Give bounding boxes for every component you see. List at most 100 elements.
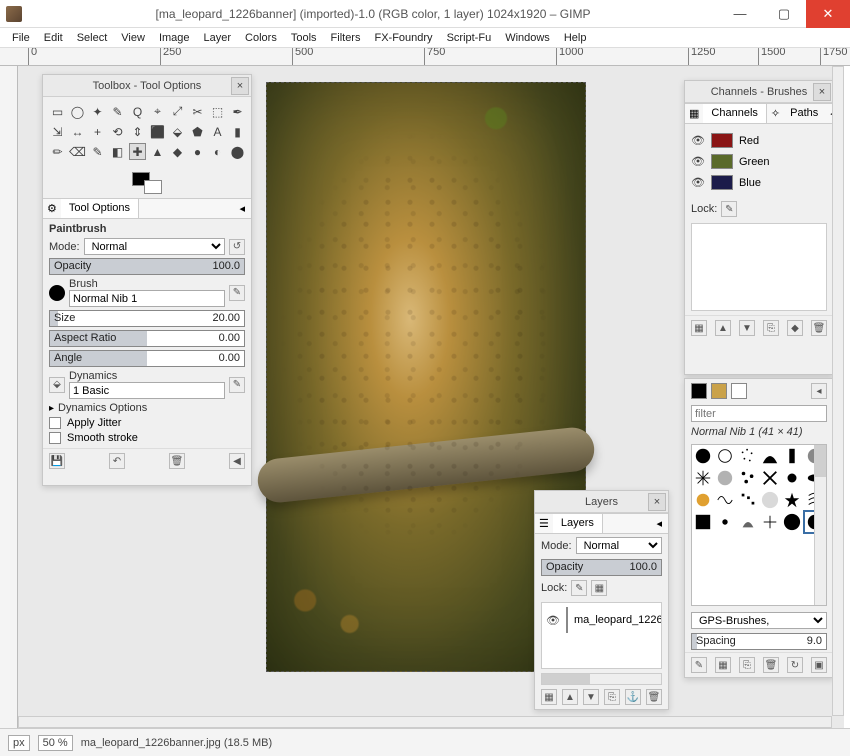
eye-icon[interactable]: [691, 155, 705, 168]
brush-edit-icon[interactable]: ✎: [229, 285, 245, 301]
channel-row-blue[interactable]: Blue: [689, 172, 829, 193]
brush-bg-swatch[interactable]: [731, 383, 747, 399]
refresh-brush-icon[interactable]: ↻: [787, 657, 803, 673]
menu-file[interactable]: File: [6, 30, 36, 46]
brush-item[interactable]: [759, 467, 781, 489]
tool-blend[interactable]: ✎: [89, 143, 106, 160]
expand-icon[interactable]: ▸: [49, 403, 54, 414]
brush-item[interactable]: [737, 511, 759, 533]
tool-ink[interactable]: ●: [189, 143, 206, 160]
color-swatch[interactable]: [132, 172, 162, 194]
new-brush-icon[interactable]: ▦: [715, 657, 731, 673]
brushes-dock[interactable]: ◂ Normal Nib 1 (41 × 41): [684, 378, 834, 678]
brush-item[interactable]: [759, 445, 781, 467]
eye-icon[interactable]: [691, 176, 705, 189]
brush-filter-input[interactable]: [691, 405, 827, 422]
tool-scale[interactable]: ⬛: [149, 123, 166, 140]
canvas-vscrollbar[interactable]: [832, 66, 844, 716]
new-channel-icon[interactable]: ▦: [691, 320, 707, 336]
opacity-slider[interactable]: Opacity 100.0: [49, 258, 245, 275]
delete-layer-icon[interactable]: 🗑: [646, 689, 662, 705]
apply-jitter-checkbox[interactable]: Apply Jitter: [49, 417, 245, 429]
tool-foreground[interactable]: ⤢: [169, 103, 186, 120]
brush-item[interactable]: [737, 467, 759, 489]
brush-item[interactable]: [759, 511, 781, 533]
tool-heal[interactable]: ⬤: [229, 143, 246, 160]
tab-paths[interactable]: Paths: [784, 104, 824, 123]
lock-alpha-icon[interactable]: ▦: [591, 580, 607, 596]
tool-measure[interactable]: ⇲: [49, 123, 66, 140]
lock-pixels-icon[interactable]: ✎: [721, 201, 737, 217]
edit-brush-icon[interactable]: ✎: [691, 657, 707, 673]
smooth-stroke-checkbox[interactable]: Smooth stroke: [49, 432, 245, 444]
close-icon[interactable]: ×: [813, 83, 831, 101]
brush-item[interactable]: [692, 489, 714, 511]
canvas-hscrollbar[interactable]: [18, 716, 832, 728]
minimize-button[interactable]: —: [718, 0, 762, 28]
duplicate-channel-icon[interactable]: ⎘: [763, 320, 779, 336]
tool-free-select[interactable]: ✦: [89, 103, 106, 120]
brush-item[interactable]: [692, 511, 714, 533]
tool-rotate[interactable]: ⇕: [129, 123, 146, 140]
menu-layer[interactable]: Layer: [198, 30, 238, 46]
tool-pencil[interactable]: ◧: [109, 143, 126, 160]
channels-tab-icon[interactable]: ▦: [685, 104, 703, 123]
background-color[interactable]: [144, 180, 162, 194]
menu-tools[interactable]: Tools: [285, 30, 323, 46]
tool-text[interactable]: ✏: [49, 143, 66, 160]
brush-item[interactable]: [714, 467, 736, 489]
zoom-select[interactable]: 50 %: [38, 735, 73, 751]
tab-menu-icon[interactable]: ◂: [233, 199, 251, 218]
restore-preset-icon[interactable]: ↶: [109, 453, 125, 469]
tool-by-color[interactable]: Q: [129, 103, 146, 120]
eye-icon[interactable]: [546, 614, 560, 627]
tool-align[interactable]: +: [89, 123, 106, 140]
layers-dock[interactable]: Layers × ☰ Layers ◂ Mode: Normal Opacity…: [534, 490, 669, 710]
eye-icon[interactable]: [691, 134, 705, 147]
tool-paintbrush[interactable]: ✚: [129, 143, 146, 160]
to-selection-icon[interactable]: ◆: [787, 320, 803, 336]
menu-scriptfu[interactable]: Script-Fu: [441, 30, 498, 46]
menu-edit[interactable]: Edit: [38, 30, 69, 46]
brush-item[interactable]: [781, 511, 803, 533]
size-slider[interactable]: Size 20.00: [49, 310, 245, 327]
save-preset-icon[interactable]: 💾: [49, 453, 65, 469]
brush-item[interactable]: [781, 467, 803, 489]
tool-rect-select[interactable]: ▭: [49, 103, 66, 120]
brush-swatch[interactable]: [711, 383, 727, 399]
brush-item[interactable]: [714, 489, 736, 511]
mode-select[interactable]: Normal: [84, 238, 225, 255]
tool-color-picker[interactable]: ⬚: [209, 103, 226, 120]
layer-opacity-slider[interactable]: Opacity 100.0: [541, 559, 662, 576]
raise-channel-icon[interactable]: ▲: [715, 320, 731, 336]
menu-filters[interactable]: Filters: [325, 30, 367, 46]
channels-dock[interactable]: Channels - Brushes × ▦ Channels ✧ Paths …: [684, 80, 834, 375]
brush-item[interactable]: [692, 467, 714, 489]
new-layer-icon[interactable]: ▦: [541, 689, 557, 705]
angle-slider[interactable]: Angle 0.00: [49, 350, 245, 367]
brush-item[interactable]: [759, 489, 781, 511]
channels-titlebar[interactable]: Channels - Brushes ×: [685, 81, 833, 103]
tab-layers[interactable]: Layers: [553, 514, 603, 533]
menu-help[interactable]: Help: [558, 30, 593, 46]
layer-mode-select[interactable]: Normal: [576, 537, 662, 554]
brush-fg-swatch[interactable]: [691, 383, 707, 399]
raise-layer-icon[interactable]: ▲: [562, 689, 578, 705]
menu-select[interactable]: Select: [71, 30, 114, 46]
menu-colors[interactable]: Colors: [239, 30, 283, 46]
toolbox-titlebar[interactable]: Toolbox - Tool Options ×: [43, 75, 251, 97]
tool-options-icon[interactable]: ⚙: [43, 199, 61, 218]
layer-name[interactable]: ma_leopard_1226: [574, 614, 662, 626]
tab-tool-options[interactable]: Tool Options: [61, 199, 139, 218]
layer-hscroll[interactable]: [541, 673, 662, 685]
close-icon[interactable]: ×: [231, 77, 249, 95]
toolbox-dock[interactable]: Toolbox - Tool Options × ▭ ◯ ✦ ✎ Q ⌖ ⤢ ✂…: [42, 74, 252, 486]
menu-image[interactable]: Image: [153, 30, 196, 46]
brush-scrollbar[interactable]: [814, 445, 826, 605]
reset-preset-icon[interactable]: ◀: [229, 453, 245, 469]
tab-menu-icon[interactable]: ◂: [650, 514, 668, 533]
tab-channels[interactable]: Channels: [703, 104, 766, 123]
spacing-slider[interactable]: Spacing 9.0: [691, 633, 827, 650]
dynamics-input[interactable]: [69, 382, 225, 399]
brush-preview-icon[interactable]: [49, 285, 65, 301]
